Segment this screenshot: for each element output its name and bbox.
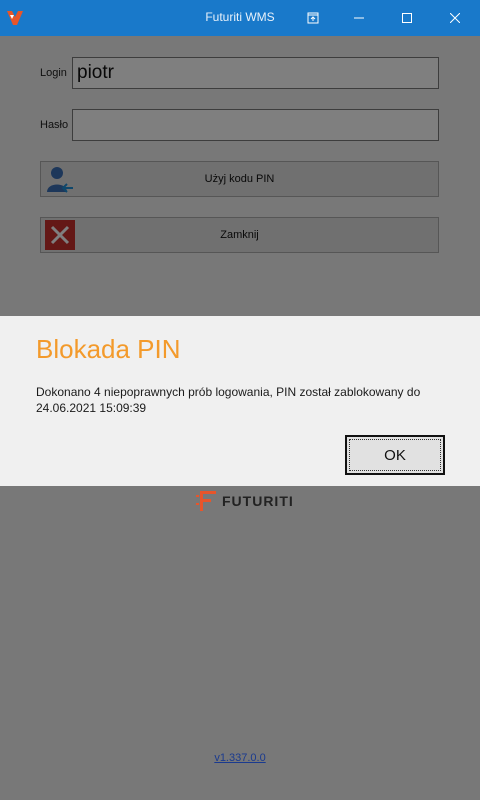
dialog-title: Blokada PIN (36, 334, 181, 364)
minimize-button[interactable] (336, 0, 382, 36)
restore-down-button[interactable] (290, 0, 336, 36)
dialog-message: Dokonano 4 niepoprawnych prób logowania,… (36, 385, 421, 415)
minimize-icon (354, 17, 364, 19)
maximize-button[interactable] (384, 0, 430, 36)
ok-button[interactable]: OK (345, 435, 445, 475)
restore-down-icon (307, 12, 319, 24)
futuriti-logo (196, 491, 216, 511)
brand-logo: FUTURITI (196, 488, 294, 514)
brand-text: FUTURITI (222, 493, 294, 509)
close-icon (450, 13, 460, 23)
version-link[interactable]: v1.337.0.0 (0, 752, 480, 764)
focus-ring (349, 439, 441, 471)
title-bar: Futuriti WMS (0, 0, 480, 36)
pin-lock-dialog: Blokada PIN Dokonano 4 niepoprawnych pró… (0, 316, 480, 486)
maximize-icon (402, 13, 412, 23)
window-close-button[interactable] (432, 0, 478, 36)
